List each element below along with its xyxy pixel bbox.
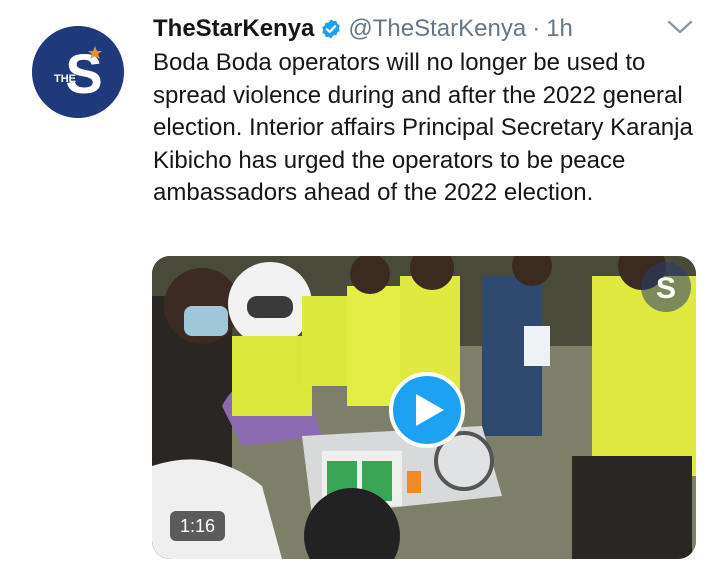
watermark-logo: S — [641, 262, 691, 312]
tweet-text: Boda Boda operators will no longer be us… — [153, 49, 693, 206]
tweet-card[interactable]: S THE TheStarKenya @TheStarKenya · 1h Bo… — [0, 0, 720, 561]
play-icon — [416, 394, 444, 426]
verified-badge-icon — [320, 18, 342, 40]
avatar-logo-small-text: THE — [54, 73, 76, 85]
play-button[interactable] — [389, 372, 465, 448]
tweet-header: TheStarKenya @TheStarKenya · 1h — [153, 12, 573, 46]
avatar[interactable]: S THE — [32, 26, 124, 118]
more-options-chevron-down-icon[interactable] — [665, 14, 695, 40]
video-player[interactable]: S 1:16 — [152, 256, 696, 559]
handle[interactable]: @TheStarKenya — [348, 15, 526, 43]
video-duration-badge: 1:16 — [170, 511, 226, 541]
separator-dot: · — [532, 15, 541, 42]
watermark-letter: S — [656, 272, 676, 305]
timestamp[interactable]: 1h — [546, 15, 573, 43]
display-name[interactable]: TheStarKenya — [153, 15, 314, 43]
